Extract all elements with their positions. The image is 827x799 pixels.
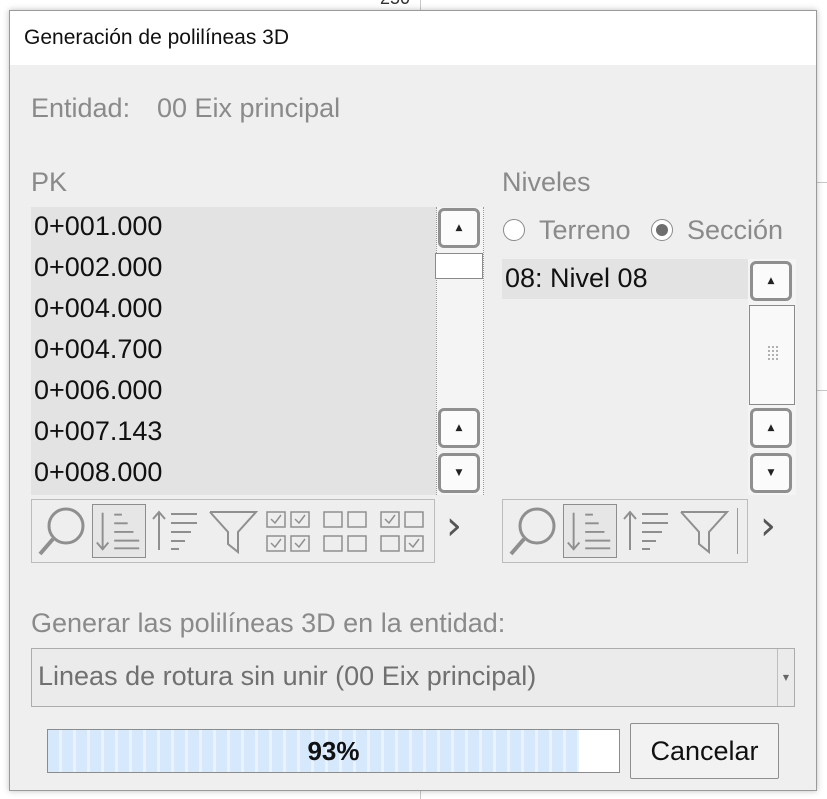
list-item[interactable]: 0+002.000 <box>34 252 162 283</box>
scroll-up-arrow-icon: ▲ <box>767 423 775 433</box>
bg-grid-line <box>420 0 421 10</box>
progress-text: 93% <box>307 735 360 766</box>
scroll-down-arrow-icon: ▼ <box>767 468 775 478</box>
scroll-up-arrow-icon: ▲ <box>455 223 463 233</box>
sort-descending-icon[interactable] <box>563 504 617 558</box>
levels-toolbar <box>502 499 748 563</box>
pk-scrollbar[interactable] <box>436 207 484 495</box>
levels-label: Niveles <box>502 167 591 197</box>
filter-icon[interactable] <box>206 504 260 558</box>
entity-value: 00 Eix principal <box>157 93 341 123</box>
entity-label: Entidad: <box>31 93 131 123</box>
radio-section-label[interactable]: Sección <box>687 215 783 246</box>
list-item[interactable]: 0+001.000 <box>34 211 162 242</box>
search-icon[interactable] <box>506 504 560 558</box>
polyline-3d-dialog: Generación de polilíneas 3D Entidad: 00 … <box>9 10 817 791</box>
chevron-right-icon[interactable]: › <box>446 503 462 549</box>
target-entity-label: Generar las polilíneas 3D en la entidad: <box>31 608 506 638</box>
check-none-icon[interactable] <box>320 504 374 558</box>
levels-scroll-thumb[interactable] <box>749 305 795 405</box>
pk-scroll-thumb[interactable] <box>435 253 483 279</box>
bg-ruler-label: 250 <box>380 0 410 9</box>
radio-terrain[interactable] <box>503 219 525 241</box>
pk-list[interactable]: 0+001.000 0+002.000 0+004.000 0+004.700 … <box>31 207 436 495</box>
pk-scroll-down-button[interactable]: ▼ <box>438 453 480 493</box>
radio-section[interactable] <box>651 219 673 241</box>
list-item[interactable]: 0+004.700 <box>34 334 162 365</box>
levels-list[interactable]: 08: Nivel 08 <box>502 259 748 299</box>
check-invert-icon[interactable] <box>377 504 431 558</box>
levels-scroll-down-button[interactable]: ▼ <box>750 453 792 493</box>
levels-scroll-up-button[interactable]: ▲ <box>750 261 792 301</box>
title-bar[interactable]: Generación de polilíneas 3D <box>10 11 816 65</box>
sort-ascending-icon[interactable] <box>149 504 203 558</box>
scroll-up-arrow-icon: ▲ <box>455 423 463 433</box>
window-title: Generación de polilíneas 3D <box>24 26 290 49</box>
toolbar-separator <box>737 508 738 554</box>
target-entity-value: Lineas de rotura sin unir (00 Eix princi… <box>38 661 537 691</box>
grip-icon <box>768 346 778 360</box>
list-item[interactable]: 0+007.143 <box>34 416 162 447</box>
search-icon[interactable] <box>35 504 89 558</box>
chevron-down-icon[interactable]: ▼ <box>777 649 794 706</box>
list-item[interactable]: 0+006.000 <box>34 375 162 406</box>
list-item[interactable]: 08: Nivel 08 <box>505 263 648 294</box>
target-entity-select[interactable]: Lineas de rotura sin unir (00 Eix princi… <box>31 648 795 707</box>
list-item[interactable]: 0+008.000 <box>34 457 162 488</box>
scroll-up-arrow-icon: ▲ <box>767 276 775 286</box>
pk-toolbar <box>31 499 435 563</box>
levels-page-up-button[interactable]: ▲ <box>750 408 792 448</box>
scroll-down-arrow-icon: ▼ <box>455 468 463 478</box>
pk-scroll-up-button[interactable]: ▲ <box>438 208 480 248</box>
check-all-icon[interactable] <box>263 504 317 558</box>
sort-ascending-icon[interactable] <box>620 504 674 558</box>
cancel-button[interactable]: Cancelar <box>630 723 779 779</box>
pk-page-up-button[interactable]: ▲ <box>438 408 480 448</box>
filter-icon[interactable] <box>677 504 731 558</box>
radio-terrain-label[interactable]: Terreno <box>539 215 631 246</box>
chevron-right-icon[interactable]: › <box>760 503 776 549</box>
list-item[interactable]: 0+004.000 <box>34 293 162 324</box>
pk-label: PK <box>31 167 68 197</box>
sort-descending-icon[interactable] <box>92 504 146 558</box>
progress-bar: 93% <box>47 729 620 773</box>
